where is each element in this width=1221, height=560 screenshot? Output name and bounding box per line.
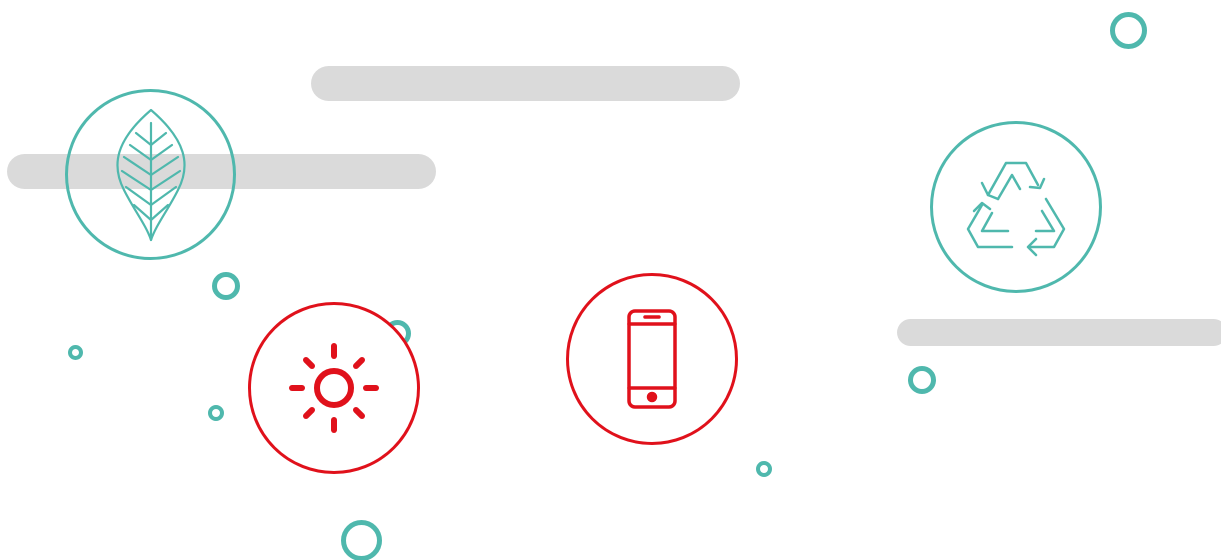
decorative-ring (908, 366, 936, 394)
sun-icon (286, 340, 382, 436)
smartphone-icon (626, 308, 678, 410)
decorative-bar-right (897, 319, 1221, 346)
decorative-dot (68, 345, 83, 360)
decorative-dot (756, 461, 772, 477)
recycle-icon (958, 155, 1074, 259)
leaf-badge (65, 89, 236, 260)
decorative-ring (1110, 12, 1147, 49)
sun-badge (248, 302, 420, 474)
leaf-icon (106, 105, 196, 245)
decorative-bar-top (311, 66, 740, 101)
decorative-ring (341, 520, 382, 560)
smartphone-badge (566, 273, 738, 445)
recycle-badge (930, 121, 1102, 293)
illustration-canvas (0, 0, 1221, 560)
decorative-ring (212, 272, 240, 300)
decorative-dot (208, 405, 224, 421)
